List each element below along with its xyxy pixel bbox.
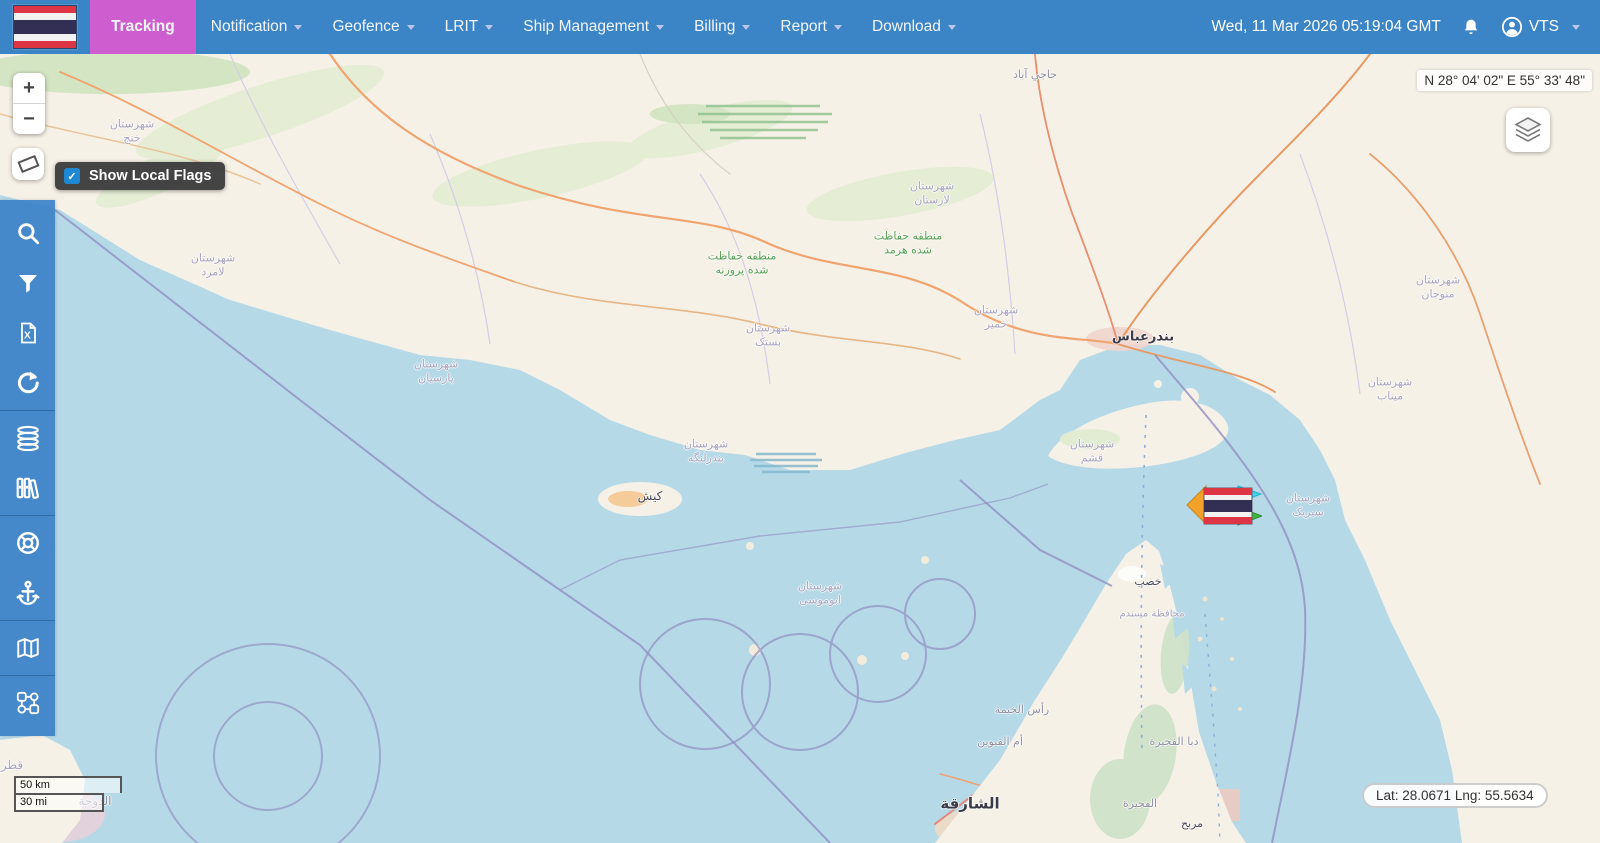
user-avatar-icon	[1501, 16, 1523, 38]
layers-icon	[1513, 115, 1543, 145]
layers-button[interactable]	[1506, 108, 1550, 152]
nav-menu: Tracking Notification Geofence LRIT Ship Man…	[90, 0, 971, 54]
chevron-down-icon	[407, 25, 415, 30]
map-icon	[15, 635, 41, 661]
tool-group	[0, 675, 55, 730]
checkbox-checked-icon[interactable]: ✓	[64, 168, 80, 184]
anchor-icon	[15, 580, 41, 606]
chevron-down-icon	[294, 25, 302, 30]
vessel-marker-thailand[interactable]	[1186, 483, 1262, 527]
tool-group	[0, 410, 55, 515]
refresh-tool-button[interactable]	[0, 358, 55, 408]
tracking-map[interactable]: حاجي آبادشهرستان خنجشهرستان لارستانمنطقه…	[0, 54, 1600, 843]
nav-item-ship-management[interactable]: Ship Management	[508, 0, 679, 54]
nav-item-tracking[interactable]: Tracking	[90, 0, 196, 54]
nav-item-lrit[interactable]: LRIT	[430, 0, 509, 54]
nav-item-label: Notification	[211, 18, 288, 36]
chevron-down-icon	[834, 25, 842, 30]
nav-item-label: Report	[780, 18, 827, 36]
chevron-down-icon	[656, 25, 664, 30]
scale-control: 50 km 30 mi	[14, 776, 122, 812]
latlng-display: Lat: 28.0671 Lng: 55.5634	[1362, 783, 1548, 808]
archive-tool-button[interactable]	[0, 463, 55, 513]
database-layers-icon	[15, 425, 41, 451]
anchor-tool-button[interactable]	[0, 568, 55, 618]
nav-item-download[interactable]: Download	[857, 0, 971, 54]
show-local-flags-toggle: ✓ Show Local Flags	[55, 162, 225, 190]
notifications-bell-button[interactable]	[1461, 17, 1481, 37]
search-icon	[15, 220, 41, 246]
chevron-down-icon	[1572, 25, 1580, 30]
excel-export-tool-button[interactable]: X	[0, 308, 55, 358]
show-local-flags-label: Show Local Flags	[89, 168, 211, 184]
scale-km: 50 km	[14, 776, 122, 793]
integrations-icon	[16, 691, 40, 715]
ruler-icon	[17, 155, 39, 173]
nav-item-notification[interactable]: Notification	[196, 0, 318, 54]
integrations-tool-button[interactable]	[0, 678, 55, 728]
nav-item-billing[interactable]: Billing	[679, 0, 765, 54]
nav-item-label: Tracking	[111, 18, 175, 36]
zoom-out-button[interactable]: −	[13, 104, 45, 134]
nav-item-label: LRIT	[445, 18, 479, 36]
user-menu-button[interactable]: VTS	[1501, 16, 1580, 38]
vessel-heading-arrow-left	[1187, 486, 1206, 524]
filter-icon	[16, 271, 40, 295]
bell-icon	[1461, 17, 1481, 37]
nav-item-report[interactable]: Report	[765, 0, 857, 54]
navbar-right: Wed, 11 Mar 2026 05:19:04 GMT VTS	[1211, 0, 1600, 54]
lifebuoy-tool-button[interactable]	[0, 518, 55, 568]
tool-group	[0, 620, 55, 675]
map-tool-button[interactable]	[0, 623, 55, 673]
nav-item-geofence[interactable]: Geofence	[317, 0, 429, 54]
chevron-down-icon	[948, 25, 956, 30]
measure-tool-button[interactable]	[12, 148, 44, 180]
nav-item-label: Ship Management	[523, 18, 649, 36]
user-name: VTS	[1529, 18, 1559, 36]
refresh-icon	[15, 370, 41, 396]
filter-tool-button[interactable]	[0, 258, 55, 308]
excel-export-icon: X	[16, 321, 40, 345]
nav-item-label: Geofence	[332, 18, 399, 36]
gmt-datetime: Wed, 11 Mar 2026 05:19:04 GMT	[1211, 18, 1440, 36]
thailand-flag-icon	[1204, 488, 1252, 524]
lifebuoy-icon	[15, 530, 41, 556]
thailand-flag-logo-icon	[13, 5, 77, 49]
archive-icon	[15, 475, 41, 501]
chevron-down-icon	[742, 25, 750, 30]
scale-mi: 30 mi	[14, 793, 104, 812]
chevron-down-icon	[485, 25, 493, 30]
brand-logo[interactable]	[0, 0, 90, 54]
database-layers-tool-button[interactable]	[0, 413, 55, 463]
map-tools-sidebar: X	[0, 200, 55, 736]
nav-item-label: Billing	[694, 18, 735, 36]
svg-text:X: X	[24, 331, 31, 342]
tool-group	[0, 515, 55, 620]
map-canvas	[0, 54, 1600, 843]
tool-group: X	[0, 206, 55, 410]
cursor-coordinates-display: N 28° 04' 02" E 55° 33' 48"	[1417, 70, 1592, 91]
nav-item-label: Download	[872, 18, 941, 36]
search-tool-button[interactable]	[0, 208, 55, 258]
top-navbar: Tracking Notification Geofence LRIT Ship Man…	[0, 0, 1600, 54]
zoom-in-button[interactable]: +	[13, 73, 45, 104]
zoom-control: + −	[13, 73, 45, 134]
vts-tracking-app: Tracking Notification Geofence LRIT Ship Man…	[0, 0, 1600, 843]
